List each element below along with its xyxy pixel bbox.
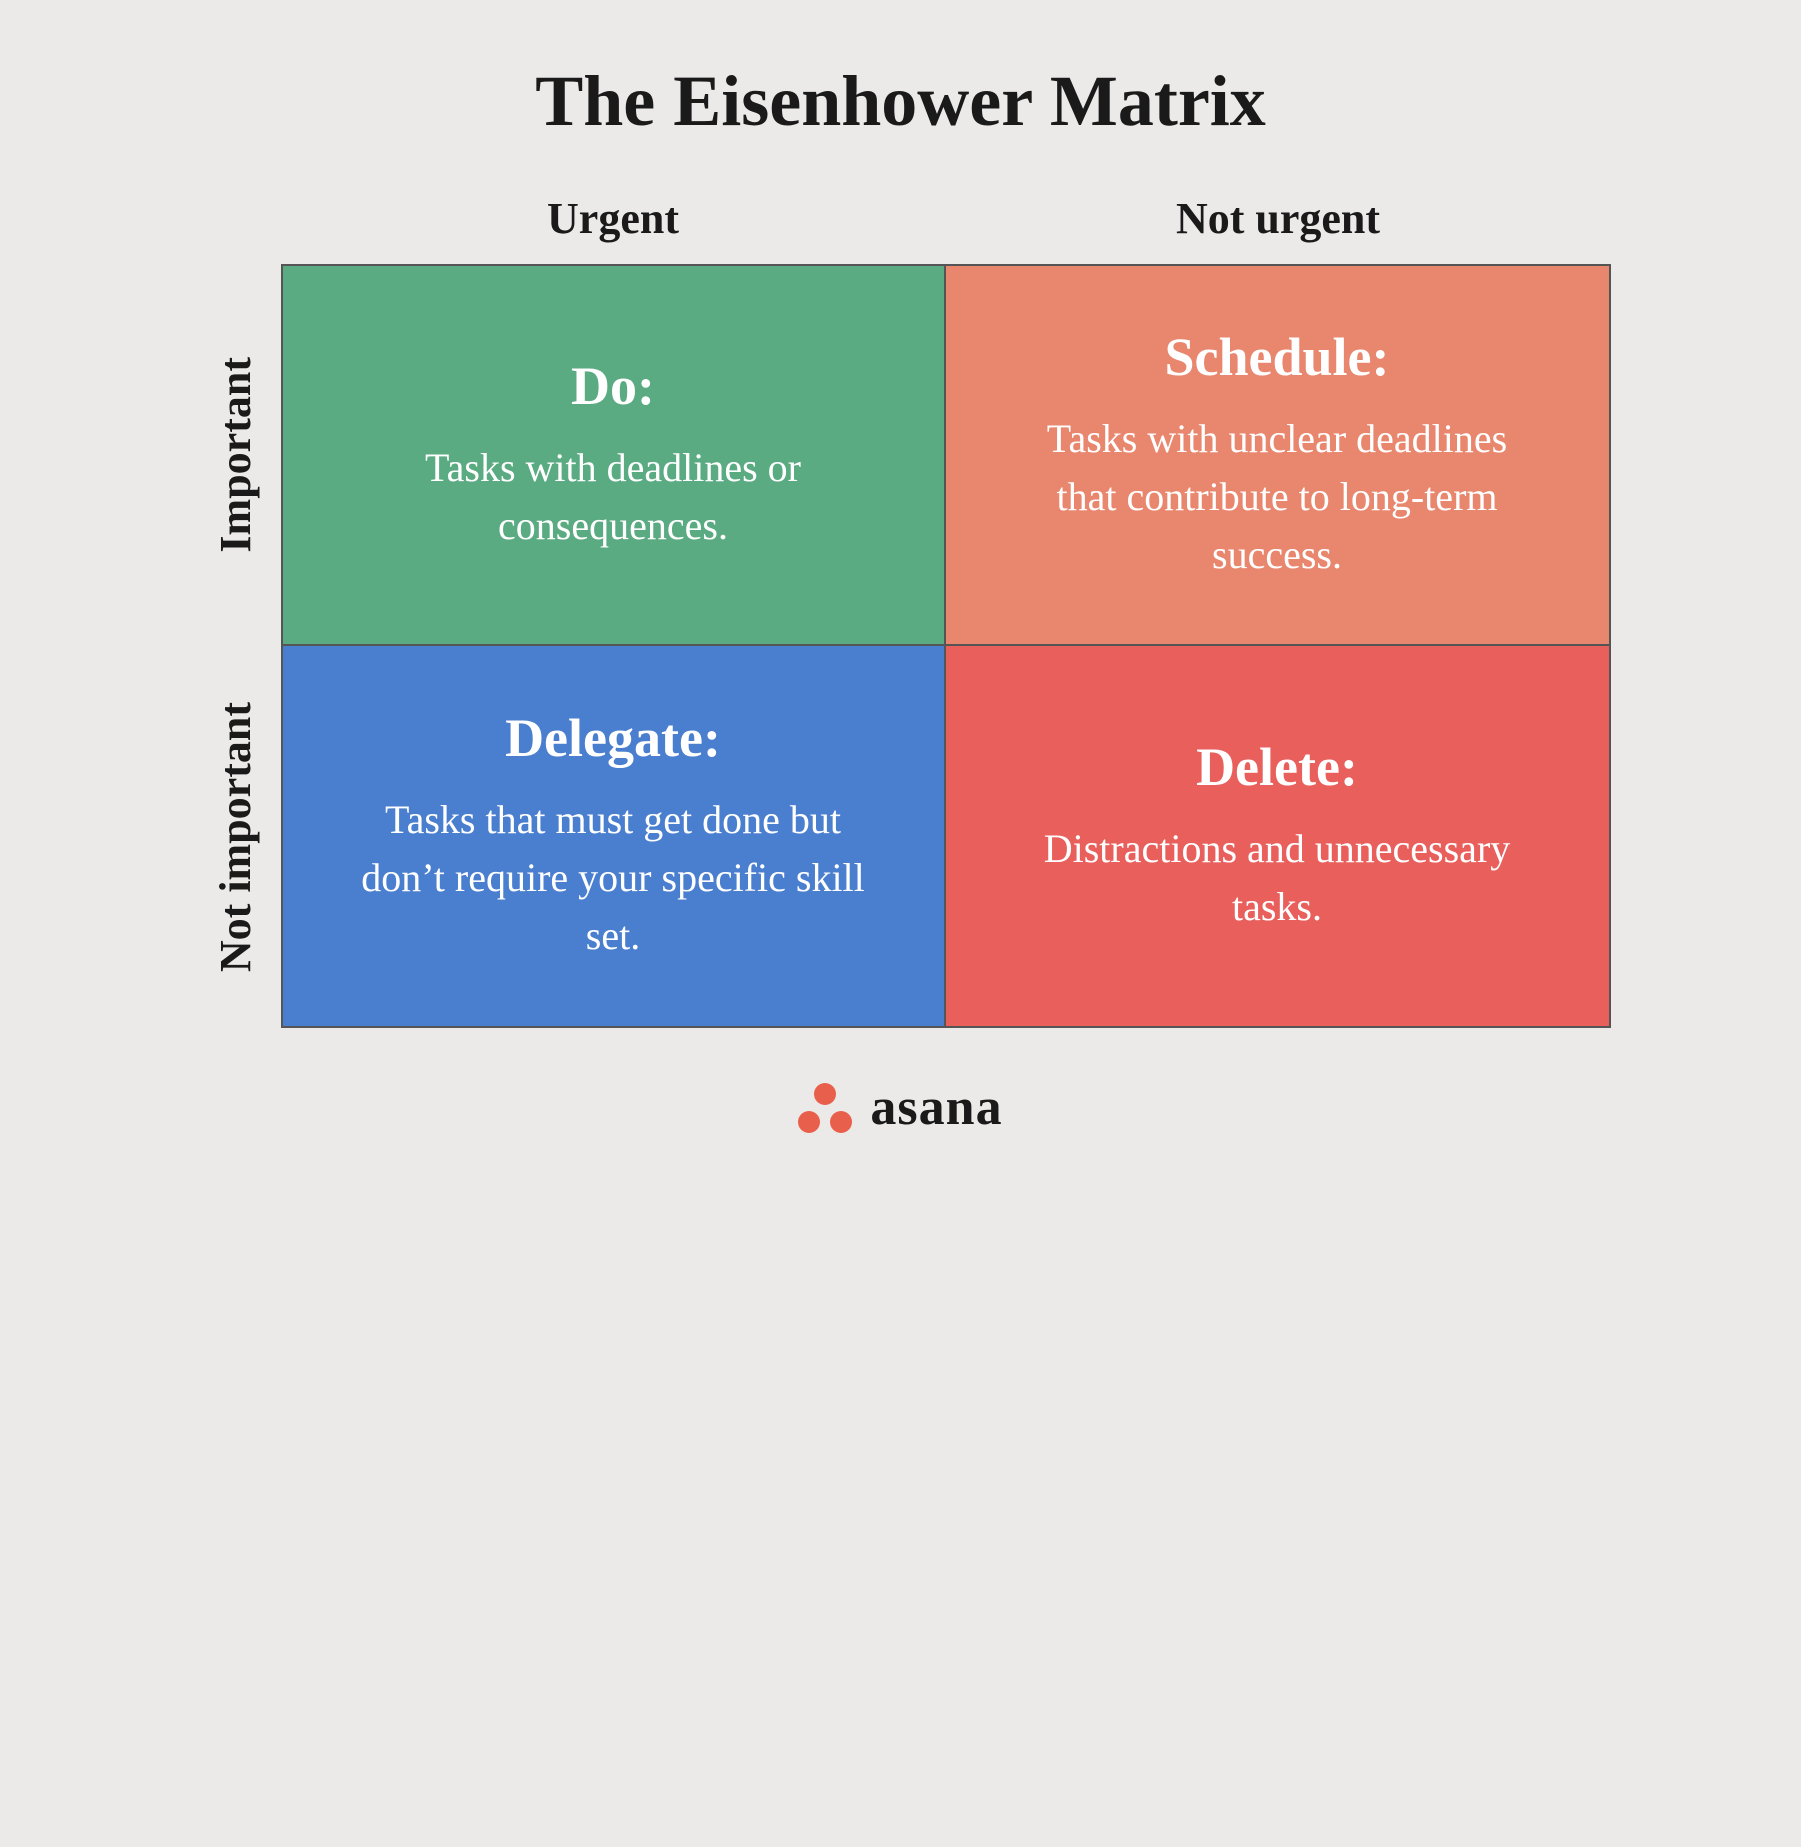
asana-icon xyxy=(798,1083,852,1133)
quadrant-delete-description: Distractions and unnecessary tasks. xyxy=(1016,820,1539,936)
row-label-not-important: Not important xyxy=(191,646,281,1028)
matrix-container: Urgent Not urgent Important Not importan… xyxy=(191,193,1611,1028)
quadrant-delegate-description: Tasks that must get done but don’t requi… xyxy=(353,791,874,965)
asana-dot-left xyxy=(798,1111,820,1133)
asana-dots-bottom xyxy=(798,1111,852,1133)
asana-logo: asana xyxy=(798,1078,1002,1137)
page-title: The Eisenhower Matrix xyxy=(535,60,1266,143)
row-label-important: Important xyxy=(191,264,281,646)
quadrant-schedule-description: Tasks with unclear deadlines that contri… xyxy=(1016,410,1539,584)
quadrant-schedule-title: Schedule: xyxy=(1164,326,1389,388)
quadrant-delete-title: Delete: xyxy=(1196,736,1358,798)
column-header-urgent: Urgent xyxy=(281,193,946,264)
quadrant-do-title: Do: xyxy=(571,355,655,417)
column-header-not-urgent: Not urgent xyxy=(946,193,1611,264)
matrix-grid: Do: Tasks with deadlines or consequences… xyxy=(281,264,1611,1028)
asana-brand-name: asana xyxy=(870,1078,1002,1137)
quadrant-delegate-title: Delegate: xyxy=(505,707,721,769)
asana-dot-right xyxy=(830,1111,852,1133)
asana-dot-top xyxy=(814,1083,836,1105)
quadrant-do-description: Tasks with deadlines or consequences. xyxy=(353,439,874,555)
column-headers: Urgent Not urgent xyxy=(281,193,1611,264)
quadrant-delegate: Delegate: Tasks that must get done but d… xyxy=(283,646,946,1026)
row-labels: Important Not important xyxy=(191,264,281,1028)
quadrant-schedule: Schedule: Tasks with unclear deadlines t… xyxy=(946,266,1609,646)
quadrant-do: Do: Tasks with deadlines or consequences… xyxy=(283,266,946,646)
quadrant-delete: Delete: Distractions and unnecessary tas… xyxy=(946,646,1609,1026)
matrix-body: Important Not important Do: Tasks with d… xyxy=(191,264,1611,1028)
